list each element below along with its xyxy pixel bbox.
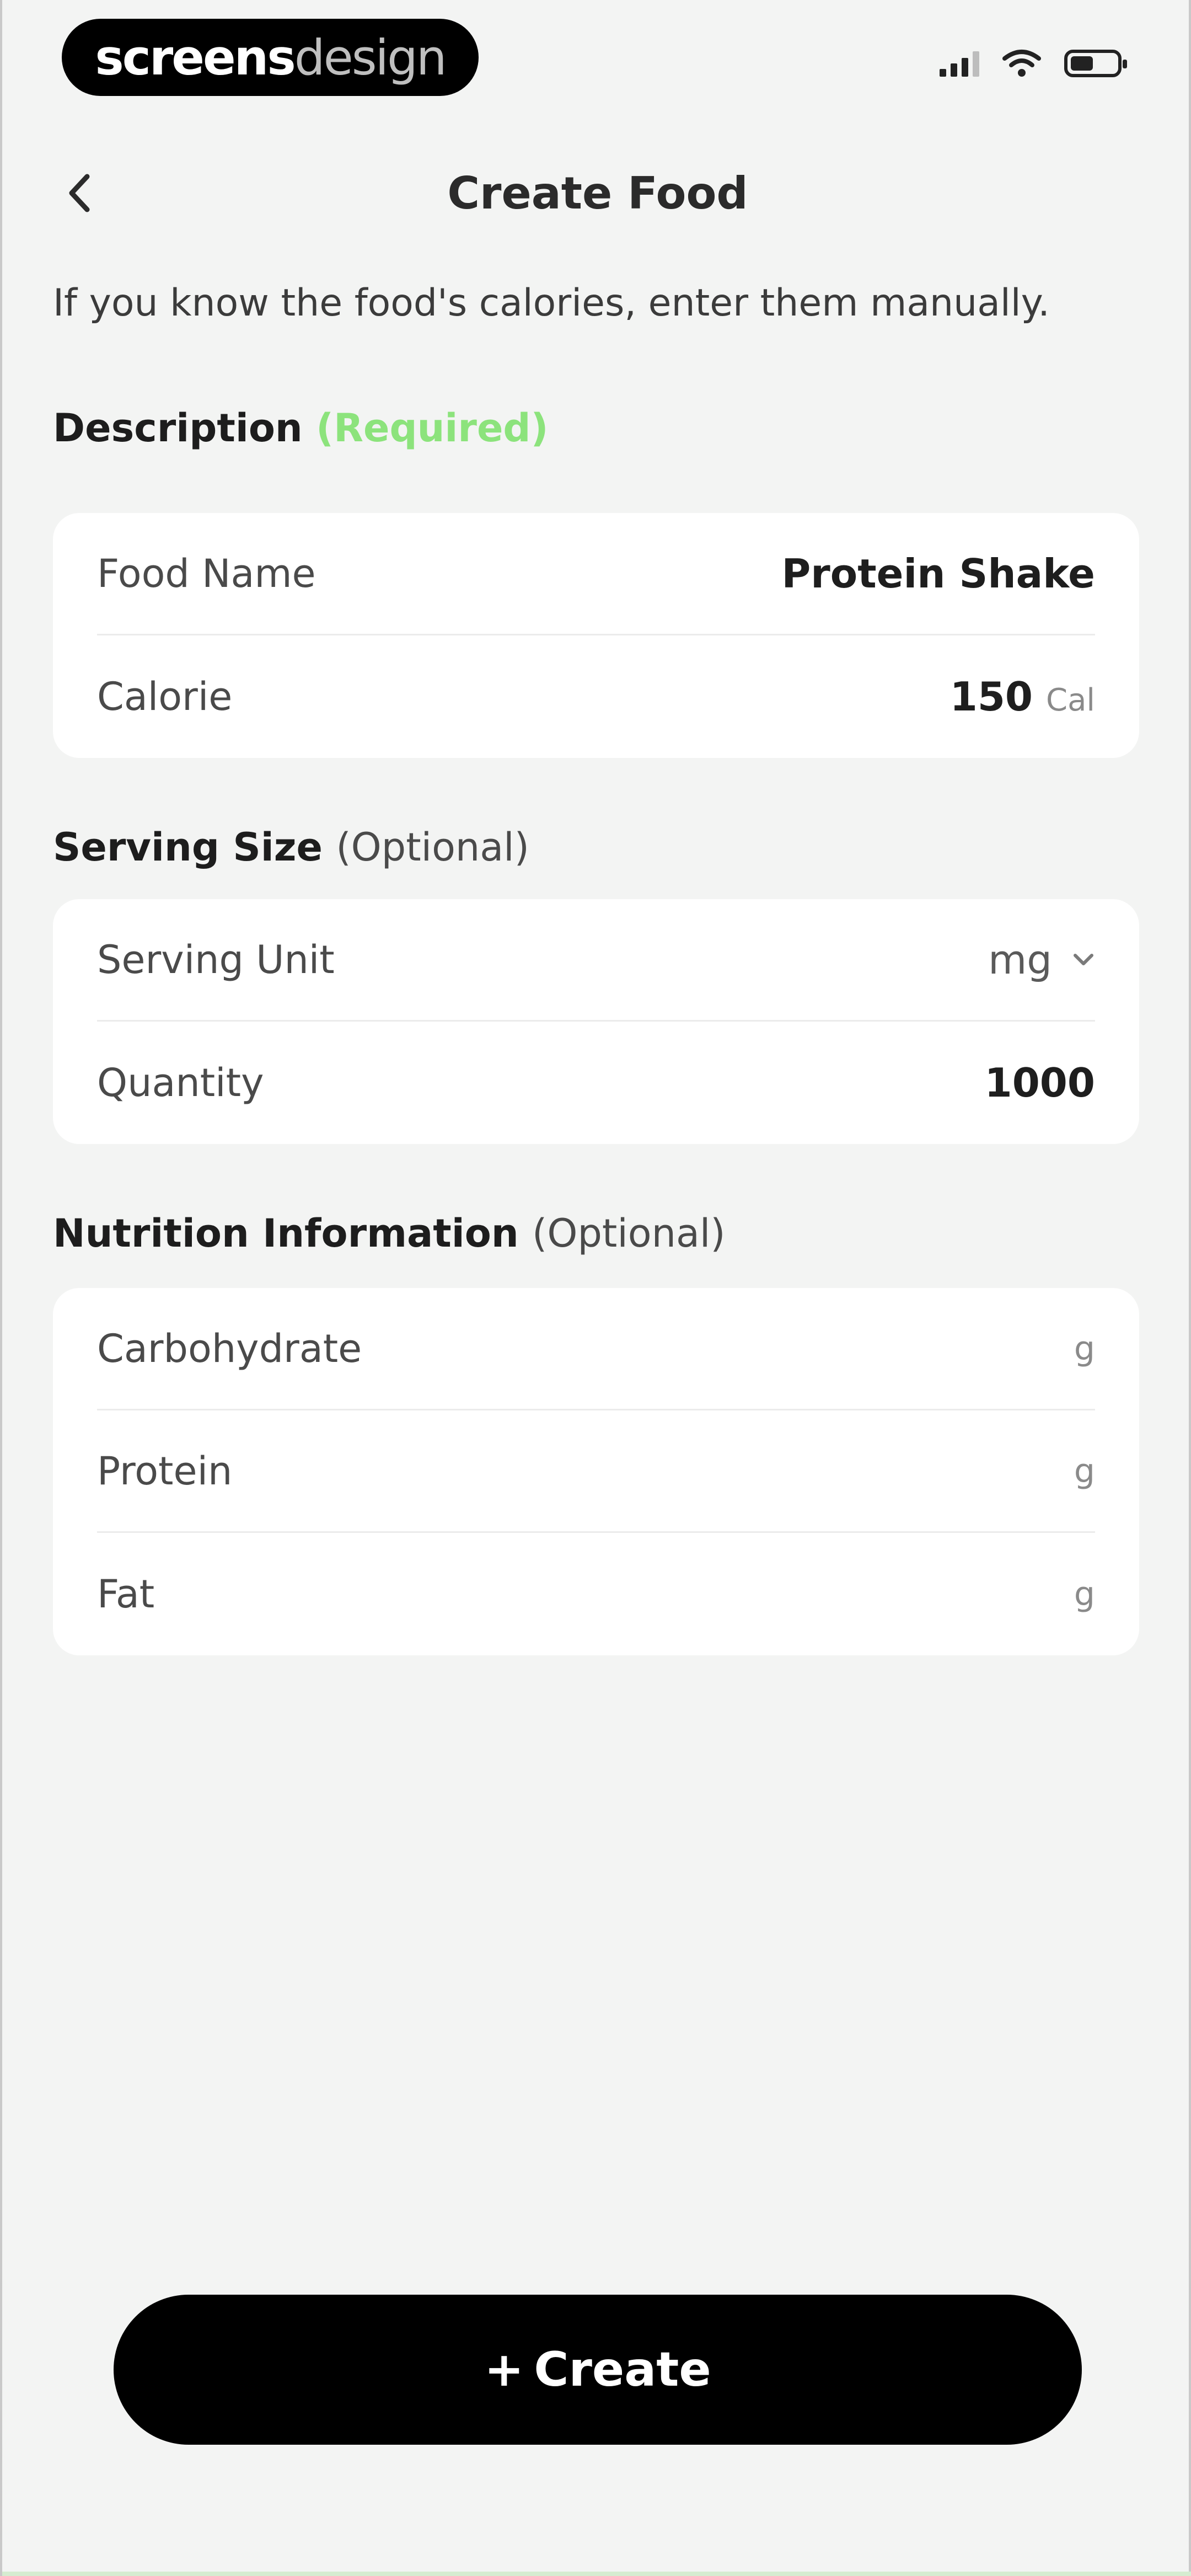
chevron-down-icon <box>1074 953 1093 965</box>
required-note: (Required) <box>316 405 549 451</box>
status-bar: screensdesign <box>2 0 1191 116</box>
back-button[interactable] <box>52 165 107 221</box>
protein-label: Protein <box>97 1448 233 1494</box>
quantity-input[interactable]: 1000 <box>985 1060 1095 1106</box>
food-name-input[interactable]: Protein Shake <box>782 551 1095 597</box>
quantity-row[interactable]: Quantity 1000 <box>97 1022 1095 1144</box>
serving-unit-select[interactable]: mg <box>988 937 1095 983</box>
description-section-title: Description (Required) <box>53 405 549 451</box>
create-button[interactable]: + Create <box>114 2295 1082 2445</box>
nutrition-section-title: Nutrition Information (Optional) <box>53 1211 726 1256</box>
fat-label: Fat <box>97 1572 155 1617</box>
serving-optional-note: (Optional) <box>336 825 529 870</box>
description-title: Description <box>53 405 303 451</box>
serving-size-section-title: Serving Size (Optional) <box>53 825 529 870</box>
plus-icon: + <box>484 2342 524 2397</box>
serving-size-title: Serving Size <box>53 825 323 870</box>
fat-unit: g <box>1074 1575 1095 1613</box>
calorie-unit: Cal <box>1046 682 1095 718</box>
fat-row[interactable]: Fat g <box>97 1533 1095 1655</box>
serving-unit-value: mg <box>988 936 1052 983</box>
bottom-edge <box>2 2572 1191 2576</box>
chevron-left-icon <box>69 174 90 212</box>
cellular-signal-icon <box>940 50 979 77</box>
quantity-label: Quantity <box>97 1060 264 1105</box>
protein-unit: g <box>1074 1451 1095 1490</box>
serving-size-card: Serving Unit mg Quantity 1000 <box>53 899 1139 1144</box>
calorie-label: Calorie <box>97 674 233 719</box>
create-button-label: Create <box>534 2342 711 2397</box>
brand-logo: screensdesign <box>62 19 479 96</box>
protein-input[interactable]: g <box>1074 1452 1095 1490</box>
serving-unit-row[interactable]: Serving Unit mg <box>97 899 1095 1022</box>
description-card: Food Name Protein Shake Calorie 150 Cal <box>53 513 1139 758</box>
carbohydrate-unit: g <box>1074 1329 1095 1368</box>
carbohydrate-input[interactable]: g <box>1074 1329 1095 1368</box>
wifi-icon <box>1002 50 1041 77</box>
nutrition-optional-note: (Optional) <box>532 1211 726 1256</box>
page-title: Create Food <box>447 167 748 219</box>
status-icons <box>940 49 1127 78</box>
carbohydrate-label: Carbohydrate <box>97 1326 362 1371</box>
intro-text: If you know the food's calories, enter t… <box>53 281 1050 325</box>
serving-unit-label: Serving Unit <box>97 937 335 982</box>
brand-logo-text: screensdesign <box>95 29 447 86</box>
carbohydrate-row[interactable]: Carbohydrate g <box>97 1288 1095 1410</box>
fat-input[interactable]: g <box>1074 1575 1095 1613</box>
battery-icon <box>1064 50 1127 77</box>
calorie-input[interactable]: 150 <box>950 674 1033 720</box>
calorie-row[interactable]: Calorie 150 Cal <box>97 635 1095 758</box>
food-name-row[interactable]: Food Name Protein Shake <box>97 513 1095 635</box>
nutrition-title: Nutrition Information <box>53 1211 519 1256</box>
nutrition-card: Carbohydrate g Protein g Fat g <box>53 1288 1139 1655</box>
protein-row[interactable]: Protein g <box>97 1410 1095 1533</box>
food-name-label: Food Name <box>97 551 316 596</box>
header: Create Food <box>2 149 1191 237</box>
create-food-screen: screensdesign Create Food If you know th… <box>0 0 1191 2576</box>
